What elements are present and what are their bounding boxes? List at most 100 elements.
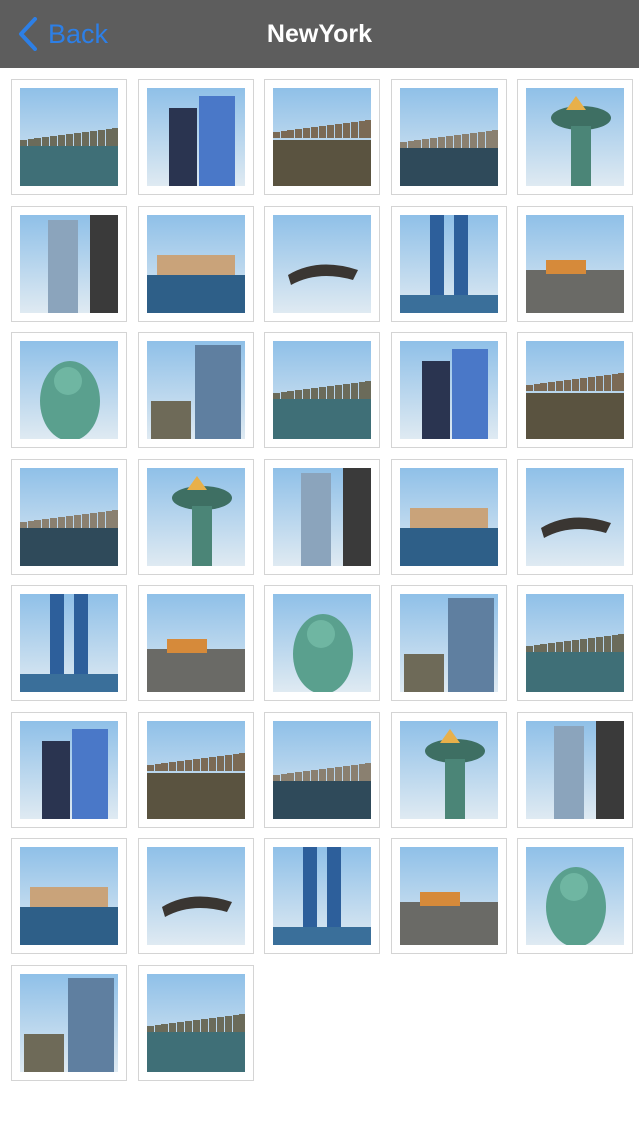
photo-tile-fountains-park[interactable]: [517, 585, 633, 701]
photo-tile-skyline-harbor[interactable]: [137, 838, 254, 954]
back-button[interactable]: Back: [18, 14, 108, 54]
photo-tile-manhattan-bridge[interactable]: [137, 964, 254, 1081]
photo-thumbnail-image: [20, 214, 118, 313]
photo-tile-williamsburg-bridge[interactable]: [264, 585, 380, 701]
photo-thumbnail: [526, 341, 624, 439]
photo-tile-art-deco-tower[interactable]: [390, 458, 507, 575]
navigation-bar: Back NewYork: [0, 0, 639, 68]
photo-thumbnail-image: [526, 467, 624, 566]
photo-thumbnail-image: [273, 847, 371, 945]
photo-thumbnail-image: [20, 594, 118, 692]
photo-thumbnail: [526, 214, 624, 313]
photo-tile-bridge-cables[interactable]: [11, 458, 127, 575]
photo-tile-bridge-across-river[interactable]: [137, 585, 254, 701]
photo-tile-aerial-bridge-river[interactable]: [390, 332, 507, 448]
photo-thumbnail: [146, 467, 245, 566]
photo-thumbnail-image: [146, 88, 245, 186]
photo-thumbnail-image: [399, 594, 498, 692]
photo-tile-eagle-monument[interactable]: [137, 711, 254, 828]
photo-tile-topiary-garden[interactable]: [11, 964, 127, 1081]
photo-thumbnail-image: [273, 88, 371, 186]
photo-thumbnail-image: [526, 720, 624, 819]
photo-tile-charging-bull[interactable]: [11, 838, 127, 954]
photo-tile-statue-of-liberty-crown[interactable]: [517, 458, 633, 575]
back-label: Back: [48, 18, 109, 49]
photo-thumbnail: [399, 847, 498, 945]
photo-thumbnail: [273, 214, 371, 313]
photo-tile-skyline-river[interactable]: [390, 79, 507, 195]
chevron-left-icon: [19, 17, 37, 51]
photo-thumbnail: [273, 88, 371, 186]
photo-thumbnail-image: [526, 594, 624, 692]
photo-thumbnail: [526, 720, 624, 819]
photo-thumbnail: [20, 973, 118, 1072]
photo-tile-flag-and-statue[interactable]: [264, 458, 380, 575]
photo-thumbnail-image: [146, 720, 245, 819]
photo-thumbnail: [273, 341, 371, 439]
photo-thumbnail: [20, 88, 118, 186]
photo-thumbnail: [20, 594, 118, 692]
photo-tile-bridge-underside[interactable]: [517, 332, 633, 448]
photo-thumbnail: [399, 594, 498, 692]
photo-tile-memorial-cross-towers[interactable]: [517, 838, 633, 954]
photo-tile-park-trees-benches[interactable]: [390, 711, 507, 828]
photo-grid: [11, 79, 633, 1081]
photo-thumbnail: [526, 594, 624, 692]
photo-thumbnail-image: [399, 467, 498, 566]
photo-thumbnail: [20, 467, 118, 566]
photo-tile-bridge-tower-blue[interactable]: [390, 205, 507, 322]
photo-tile-liberty-island[interactable]: [11, 711, 127, 828]
photo-tile-skyline-across-river[interactable]: [11, 79, 127, 195]
photo-thumbnail: [146, 88, 245, 186]
photo-tile-brooklyn-bridge-arches[interactable]: [11, 585, 127, 701]
photo-tile-dark-towers-blue-sky[interactable]: [390, 838, 507, 954]
photo-thumbnail: [20, 341, 118, 439]
photo-thumbnail-image: [20, 88, 118, 186]
photo-tile-glass-skyscraper[interactable]: [11, 205, 127, 322]
photo-tile-lower-manhattan-buildings[interactable]: [390, 585, 507, 701]
photo-thumbnail-image: [146, 973, 245, 1072]
photo-thumbnail-image: [20, 847, 118, 945]
photo-tile-tower-blue-sky[interactable]: [137, 332, 254, 448]
photo-thumbnail: [526, 88, 624, 186]
photo-thumbnail: [273, 720, 371, 819]
photo-tile-statue-of-liberty-face[interactable]: [11, 332, 127, 448]
photo-tile-street-taxis[interactable]: [517, 205, 633, 322]
photo-thumbnail-image: [273, 720, 371, 819]
photo-thumbnail-image: [273, 594, 371, 692]
photo-thumbnail: [273, 467, 371, 566]
photo-thumbnail: [526, 847, 624, 945]
photo-thumbnail: [399, 341, 498, 439]
photo-thumbnail-image: [146, 467, 245, 566]
photo-tile-rockefeller-upward[interactable]: [517, 711, 633, 828]
photo-tile-ferry-terminal[interactable]: [137, 205, 254, 322]
photo-tile-skyline-hazy[interactable]: [264, 838, 380, 954]
photo-tile-midtown-buildings[interactable]: [137, 458, 254, 575]
photo-thumbnail-image: [273, 467, 371, 566]
photo-thumbnail-image: [273, 214, 371, 313]
photo-tile-church-and-towers[interactable]: [264, 711, 380, 828]
photo-tile-sculpture-plaza[interactable]: [264, 205, 380, 322]
photo-thumbnail-image: [146, 594, 245, 692]
photo-thumbnail-image: [20, 720, 118, 819]
photo-thumbnail: [273, 847, 371, 945]
photo-thumbnail: [399, 88, 498, 186]
photo-thumbnail-image: [146, 847, 245, 945]
photo-thumbnail: [146, 214, 245, 313]
photo-thumbnail: [146, 341, 245, 439]
photo-tile-glass-towers-night[interactable]: [137, 79, 254, 195]
photo-tile-statue-of-liberty-torch[interactable]: [517, 79, 633, 195]
photo-thumbnail: [399, 720, 498, 819]
photo-tile-skyline-waterfront[interactable]: [264, 79, 380, 195]
photo-thumbnail: [146, 847, 245, 945]
photo-thumbnail-image: [20, 467, 118, 566]
photo-tile-aerial-city-model[interactable]: [264, 332, 380, 448]
photo-thumbnail-image: [20, 973, 118, 1072]
photo-thumbnail-image: [399, 847, 498, 945]
photo-thumbnail: [20, 214, 118, 313]
photo-thumbnail: [146, 973, 245, 1072]
photo-thumbnail: [20, 847, 118, 945]
photo-thumbnail-image: [146, 341, 245, 439]
photo-thumbnail-image: [526, 341, 624, 439]
photo-thumbnail: [399, 467, 498, 566]
